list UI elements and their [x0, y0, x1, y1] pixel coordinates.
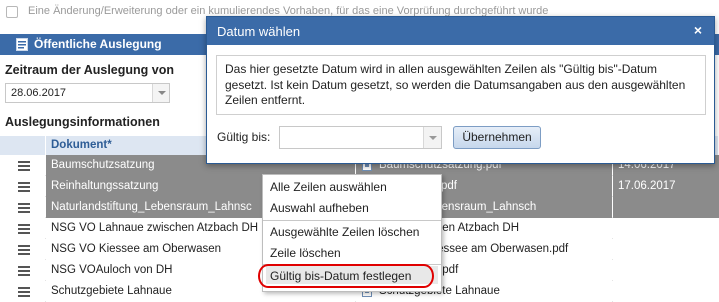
period-date-value: 28.06.2017	[11, 87, 67, 99]
hamburger-line	[18, 211, 30, 213]
cell-date[interactable]	[613, 239, 719, 260]
hamburger-line	[18, 270, 30, 272]
date-dialog: Datum wählen × Das hier gesetzte Datum w…	[206, 16, 715, 164]
row-menu-icon[interactable]	[0, 239, 45, 260]
hamburger-line	[18, 266, 30, 268]
row-menu-icon[interactable]	[0, 155, 45, 176]
cell-date[interactable]	[613, 218, 719, 239]
vorpruefung-checkbox[interactable]	[6, 6, 18, 18]
cell-date[interactable]	[613, 197, 719, 218]
hamburger-line	[18, 207, 30, 209]
highlight-annotation	[258, 264, 434, 288]
cell-date[interactable]: 17.06.2017	[613, 176, 719, 197]
chevron-down-icon[interactable]	[423, 127, 441, 148]
hamburger-line	[18, 165, 30, 167]
menu-item-delete-row[interactable]: Zeile löschen	[270, 246, 341, 260]
valid-until-date-input[interactable]	[279, 126, 442, 149]
apply-button[interactable]: Übernehmen	[453, 126, 541, 149]
menu-item-select-all[interactable]: Alle Zeilen auswählen	[270, 180, 387, 194]
cell-date[interactable]	[613, 260, 719, 281]
hamburger-line	[18, 182, 30, 184]
menu-item-deselect[interactable]: Auswahl aufheben	[270, 201, 369, 215]
dialog-titlebar[interactable]: Datum wählen ×	[207, 17, 714, 45]
menu-separator	[263, 220, 441, 221]
close-icon[interactable]: ×	[694, 22, 702, 38]
hamburger-line	[18, 245, 30, 247]
hamburger-line	[18, 169, 30, 171]
hamburger-line	[18, 224, 30, 226]
hamburger-line	[18, 186, 30, 188]
hamburger-line	[18, 190, 30, 192]
document-icon	[16, 38, 28, 51]
grid-header-handle	[0, 136, 46, 155]
section-title: Öffentliche Auslegung	[34, 37, 162, 51]
dialog-message: Das hier gesetzte Datum wird in allen au…	[216, 55, 706, 115]
chevron-down-icon[interactable]	[152, 84, 169, 102]
hamburger-line	[18, 249, 30, 251]
row-menu-icon[interactable]	[0, 176, 45, 197]
hamburger-line	[18, 253, 30, 255]
info-label: Auslegungsinformationen	[5, 115, 160, 129]
hamburger-line	[18, 203, 30, 205]
row-menu-icon[interactable]	[0, 197, 45, 218]
dialog-title: Datum wählen	[217, 24, 301, 39]
hamburger-line	[18, 161, 30, 163]
hamburger-line	[18, 291, 30, 293]
valid-until-label: Gültig bis:	[217, 130, 271, 144]
period-date-input[interactable]: 28.06.2017	[5, 83, 170, 103]
hamburger-line	[18, 295, 30, 297]
hamburger-line	[18, 228, 30, 230]
hamburger-line	[18, 232, 30, 234]
row-menu-icon[interactable]	[0, 260, 45, 281]
row-menu-icon[interactable]	[0, 218, 45, 239]
hamburger-line	[18, 274, 30, 276]
period-label: Zeitraum der Auslegung von	[5, 63, 175, 77]
hamburger-line	[18, 287, 30, 289]
menu-item-delete-selected[interactable]: Ausgewählte Zeilen löschen	[270, 225, 419, 239]
